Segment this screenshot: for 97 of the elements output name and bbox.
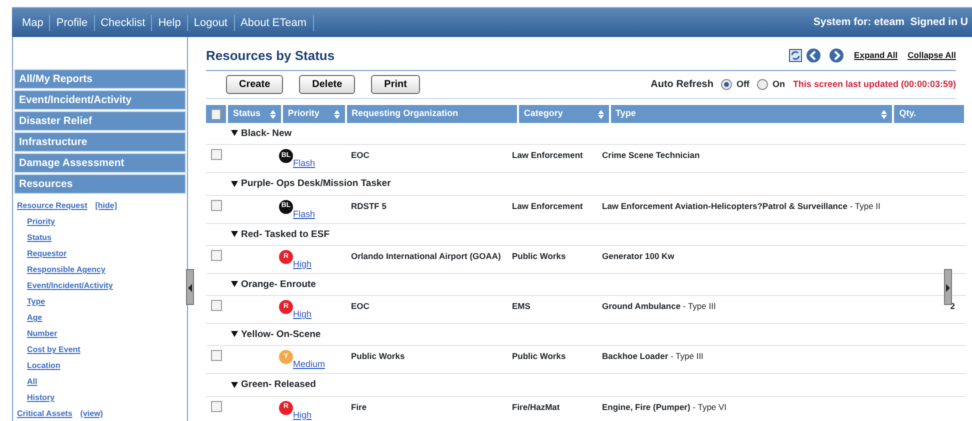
radio-label: Off xyxy=(736,78,750,91)
expand-caret-icon[interactable] xyxy=(231,382,238,388)
page-title: Resources by Status xyxy=(206,46,335,65)
sidebar-sub-link[interactable]: Responsible Agency xyxy=(27,262,187,278)
column-header[interactable]: Status xyxy=(228,105,281,123)
menu-link[interactable]: About ETeam xyxy=(234,14,314,30)
group-label[interactable]: Purple- Ops Desk/Mission Tasker xyxy=(241,178,391,190)
sidebar-toggle-link[interactable]: (view) xyxy=(80,406,103,421)
column-header[interactable]: Requesting Organization xyxy=(346,105,517,123)
select-all-checkbox[interactable] xyxy=(211,108,221,120)
type-text: Generator 100 Kw xyxy=(602,250,674,261)
last-updated-text: This screen last updated (00:00:03:59) xyxy=(792,78,956,91)
expand-caret-icon[interactable] xyxy=(231,130,238,136)
row-checkbox[interactable] xyxy=(211,200,222,210)
organization-text: EOC xyxy=(351,301,370,311)
radio-label: On xyxy=(772,78,785,91)
column-header[interactable]: Qty. xyxy=(894,105,964,123)
category-text: Public Works xyxy=(512,250,566,261)
sidebar-sub-link[interactable]: All xyxy=(27,374,187,390)
priority-link[interactable]: Flash xyxy=(293,208,316,221)
sidebar-sub-link[interactable]: History xyxy=(27,390,187,406)
priority-link[interactable]: High xyxy=(293,308,312,322)
radio-button[interactable] xyxy=(757,79,768,90)
header-link[interactable]: Collapse All xyxy=(908,49,956,62)
menu-link[interactable]: Checklist xyxy=(94,14,152,30)
category-text: Law Enforcement xyxy=(512,150,583,160)
collapse-handle[interactable] xyxy=(186,269,194,305)
type-text: Backhoe Loader - Type III xyxy=(602,351,704,362)
type-text: Law Enforcement Aviation-Helicopters?Patrol & Surveillance - Type II xyxy=(602,200,880,210)
toolbar-button[interactable]: Create xyxy=(226,75,284,94)
sidebar-section[interactable]: Infrastructure xyxy=(14,132,186,152)
header-link[interactable]: Expand All xyxy=(854,49,898,62)
sidebar-sub-link[interactable]: Age xyxy=(27,310,187,326)
refresh-icon[interactable] xyxy=(789,49,802,62)
sidebar-sub-link[interactable]: Priority xyxy=(27,214,187,230)
category-text: Fire/HazMat xyxy=(512,402,560,412)
group-label[interactable]: Green- Released xyxy=(241,379,316,390)
expand-caret-icon[interactable] xyxy=(231,230,238,237)
category-text: Law Enforcement xyxy=(512,200,583,210)
sidebar-section[interactable]: Resources xyxy=(14,174,186,194)
radio-button[interactable] xyxy=(721,79,732,90)
sidebar-section[interactable]: Event/Incident/Activity xyxy=(14,90,186,110)
sidebar-sub-link[interactable]: Type xyxy=(27,294,187,310)
row-checkbox[interactable] xyxy=(211,300,222,311)
column-header[interactable]: Category xyxy=(518,105,608,123)
priority-link[interactable]: High xyxy=(293,258,312,272)
sidebar-section[interactable]: All/My Reports xyxy=(14,69,186,89)
group-label[interactable]: Yellow- On-Scene xyxy=(241,329,321,340)
toolbar-button[interactable]: Print xyxy=(371,75,420,94)
row-checkbox[interactable] xyxy=(211,400,222,412)
menu-link[interactable]: Profile xyxy=(50,14,95,30)
sidebar-sub-link[interactable]: Status xyxy=(27,230,187,246)
sort-icon[interactable] xyxy=(881,110,888,118)
sidebar-section[interactable]: Damage Assessment xyxy=(14,153,186,173)
row-checkbox[interactable] xyxy=(211,350,222,362)
category-text: Public Works xyxy=(512,351,566,362)
sort-icon[interactable] xyxy=(270,110,276,118)
expand-caret-icon[interactable] xyxy=(231,331,238,338)
sidebar-sub-link[interactable]: Number xyxy=(27,326,187,342)
type-text: Engine, Fire (Pumper) - Type VI xyxy=(602,402,727,412)
group-label[interactable]: Red- Tasked to ESF xyxy=(241,228,330,240)
auto-refresh-label: Auto Refresh xyxy=(650,78,714,92)
sidebar-sub-link[interactable]: Location xyxy=(27,358,187,374)
sidebar-sub-link[interactable]: Event/Incident/Activity xyxy=(27,278,187,294)
sidebar-sub-link[interactable]: Requestor xyxy=(27,246,187,262)
priority-link[interactable]: Flash xyxy=(293,157,316,171)
expand-handle[interactable] xyxy=(944,269,952,305)
row-checkbox[interactable] xyxy=(211,149,222,160)
priority-link[interactable]: High xyxy=(293,408,312,421)
column-header[interactable]: Type xyxy=(610,105,892,123)
sidebar-link[interactable]: Resource Request xyxy=(17,198,88,214)
organization-text: Public Works xyxy=(351,351,405,362)
sidebar-link[interactable]: Critical Assets xyxy=(17,406,72,421)
organization-text: RDSTF 5 xyxy=(351,200,386,210)
priority-link[interactable]: Medium xyxy=(293,358,326,372)
type-text: Crime Scene Technician xyxy=(602,150,700,160)
sidebar-toggle-link[interactable]: [hide] xyxy=(95,198,118,214)
row-checkbox[interactable] xyxy=(211,250,222,261)
organization-text: Fire xyxy=(351,402,367,412)
sort-icon[interactable] xyxy=(598,110,604,118)
menu-link[interactable]: Help xyxy=(152,14,188,30)
organization-text: Orlando International Airport (GOAA) xyxy=(351,250,501,261)
toolbar-button[interactable]: Delete xyxy=(299,75,356,94)
column-header[interactable]: Priority xyxy=(282,105,345,123)
sidebar-sub-link[interactable]: Cost by Event xyxy=(27,342,187,358)
expand-caret-icon[interactable] xyxy=(231,281,238,288)
menu-link[interactable]: Logout xyxy=(188,14,234,30)
organization-text: EOC xyxy=(351,150,370,160)
category-text: EMS xyxy=(512,301,530,311)
system-info-text: System for: eteam Signed in U xyxy=(813,14,969,30)
group-label[interactable]: Orange- Enroute xyxy=(241,278,316,290)
type-text: Ground Ambulance - Type III xyxy=(602,301,716,311)
sidebar-section[interactable]: Disaster Relief xyxy=(14,111,186,131)
expand-caret-icon[interactable] xyxy=(231,180,238,187)
menu-link[interactable]: Map xyxy=(16,14,50,30)
group-label[interactable]: Black- New xyxy=(241,128,292,139)
sort-icon[interactable] xyxy=(334,110,340,118)
